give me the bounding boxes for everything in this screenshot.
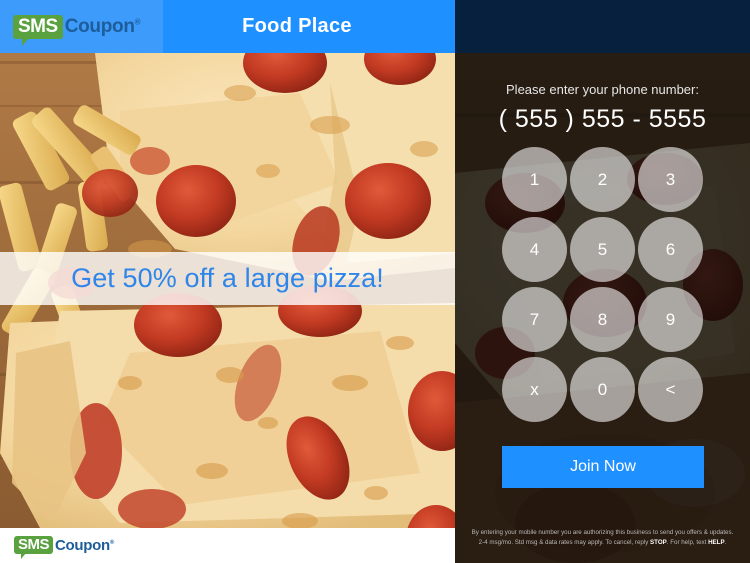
- key-9[interactable]: 9: [638, 287, 703, 352]
- footer-smscoupon-logo: SMS Coupon®: [14, 536, 114, 559]
- page-title: Food Place: [242, 15, 352, 37]
- footer-logo-coupon-word: Coupon®: [55, 537, 114, 554]
- offer-banner: Get 50% off a large pizza!: [0, 252, 455, 305]
- key-3[interactable]: 3: [638, 147, 703, 212]
- sms-bubble-icon: SMS: [13, 14, 63, 46]
- legal-line-2-a: 2-4 msg/mo. Std msg & data rates may app…: [478, 539, 651, 546]
- key-5[interactable]: 5: [570, 217, 635, 282]
- key-4[interactable]: 4: [502, 217, 567, 282]
- footer-registered-mark-icon: ®: [109, 540, 114, 546]
- phone-number-display[interactable]: ( 555 ) 555 - 5555: [455, 105, 750, 134]
- header-logo: SMS Coupon®: [0, 0, 163, 53]
- footer-logo-bar: SMS Coupon®: [0, 528, 455, 563]
- key-7[interactable]: 7: [502, 287, 567, 352]
- key-0[interactable]: 0: [570, 357, 635, 422]
- key-8[interactable]: 8: [570, 287, 635, 352]
- signup-panel: Please enter your phone number: ( 555 ) …: [455, 0, 750, 563]
- key-6[interactable]: 6: [638, 217, 703, 282]
- registered-mark-icon: ®: [134, 17, 141, 27]
- key-backspace[interactable]: <: [638, 357, 703, 422]
- legal-disclaimer: By entering your mobile number you are a…: [457, 528, 748, 548]
- logo-coupon-word: Coupon®: [64, 15, 141, 37]
- offer-panel: SMS Coupon® Food Place Get 50% off a lar…: [0, 0, 455, 563]
- app-header: SMS Coupon® Food Place: [0, 0, 455, 53]
- phone-prompt-label: Please enter your phone number:: [506, 82, 699, 97]
- signup-header-strip: [455, 0, 750, 53]
- legal-help-keyword: HELP: [708, 539, 725, 546]
- key-1[interactable]: 1: [502, 147, 567, 212]
- signup-content: Please enter your phone number: ( 555 ) …: [455, 0, 750, 563]
- key-2[interactable]: 2: [570, 147, 635, 212]
- join-now-button[interactable]: Join Now: [502, 446, 704, 488]
- footer-sms-bubble-icon: SMS: [14, 536, 54, 559]
- key-clear[interactable]: x: [502, 357, 567, 422]
- numeric-keypad: 1 2 3 4 5 6 7 8 9 x 0 <: [502, 147, 704, 422]
- legal-line-1: By entering your mobile number you are a…: [471, 529, 734, 536]
- legal-stop-keyword: STOP: [650, 539, 667, 546]
- legal-line-2-b: . For help, text: [666, 539, 709, 546]
- offer-text: Get 50% off a large pizza!: [71, 263, 384, 293]
- smscoupon-logo: SMS Coupon®: [13, 14, 141, 46]
- coupon-signup-screen: SMS Coupon® Food Place Get 50% off a lar…: [0, 0, 750, 563]
- legal-line-2-c: .: [724, 539, 727, 546]
